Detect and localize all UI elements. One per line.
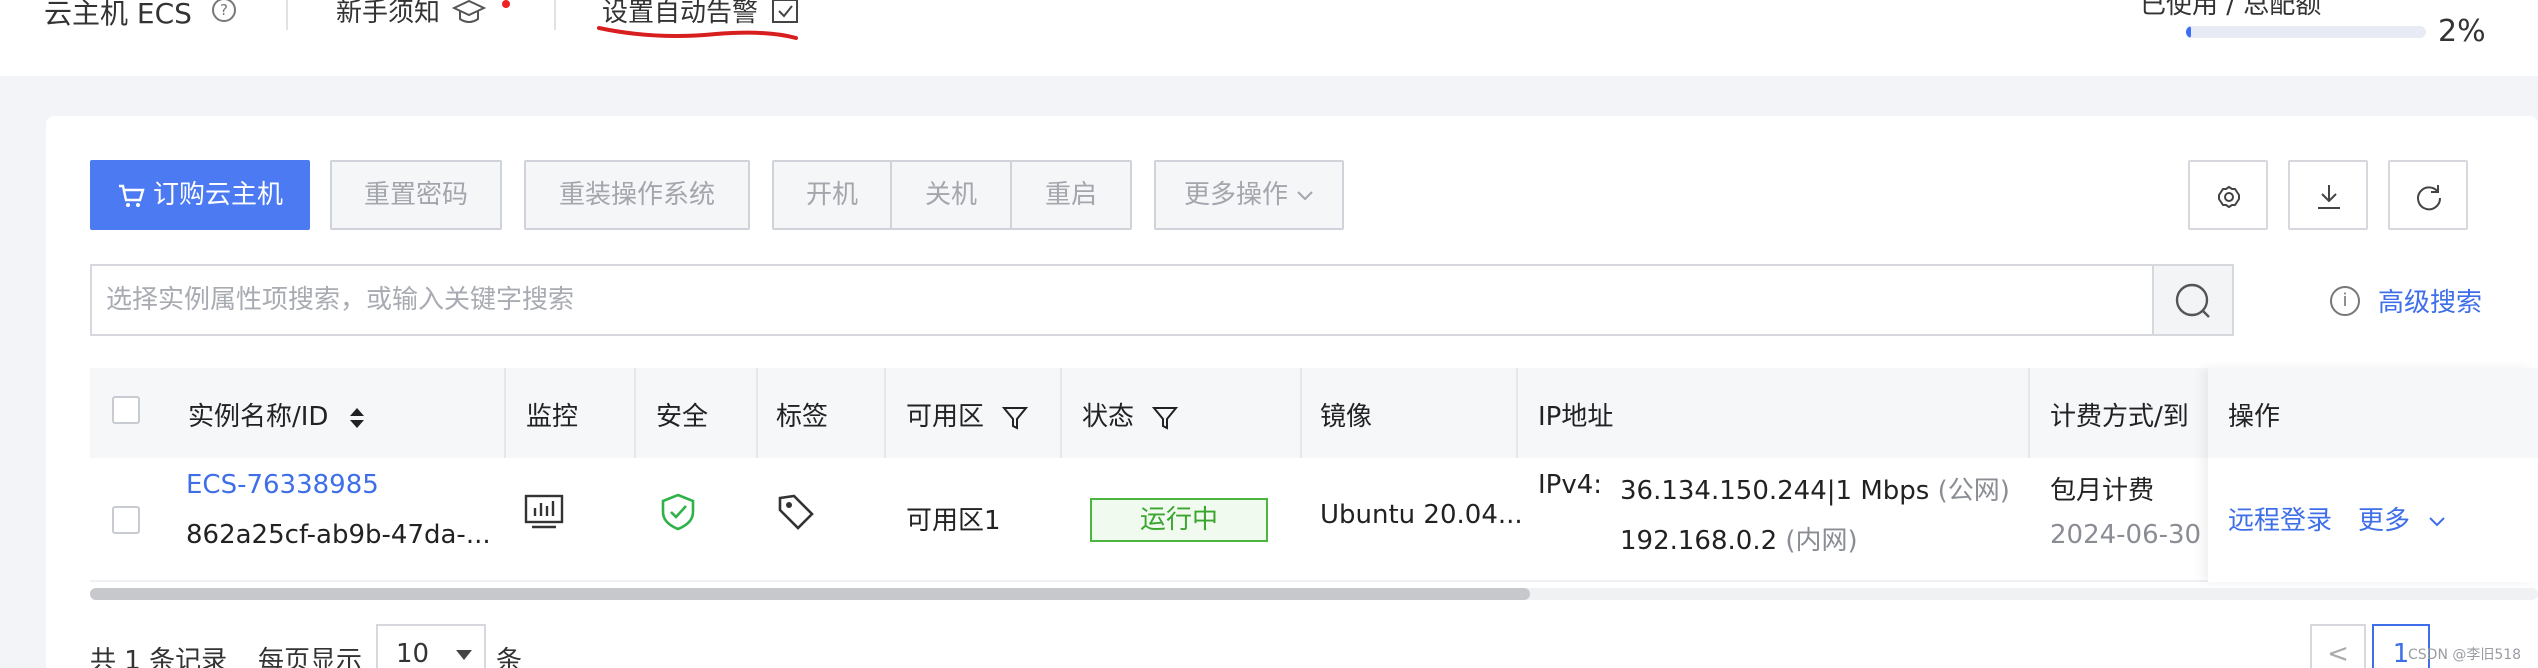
column-divider	[2028, 368, 2030, 458]
col-tags: 标签	[776, 402, 829, 432]
reinstall-os-button[interactable]: 重装操作系统	[524, 160, 750, 230]
quota-label: 已使用 / 总配额	[2140, 0, 2322, 20]
header-divider	[554, 0, 556, 30]
col-zone[interactable]: 可用区	[906, 396, 1029, 433]
column-divider	[1300, 368, 1302, 458]
page-size-value: 10	[396, 639, 430, 668]
chevron-down-icon	[1297, 190, 1313, 200]
page-header: 云主机 ECS ? 新手须知 设置自动告警 已使用 / 总配额 2%	[0, 0, 2538, 76]
quota-progress-fill	[2186, 26, 2191, 38]
col-image: 镜像	[1320, 402, 1373, 432]
buy-instance-label: 订购云主机	[152, 180, 283, 210]
notification-dot	[502, 0, 510, 8]
caret-down-icon	[456, 650, 472, 660]
shield-check-icon[interactable]	[658, 492, 698, 532]
instance-id: 862a25cf-ab9b-47da-...	[186, 520, 491, 550]
page-title: 云主机 ECS	[44, 0, 192, 30]
scrollbar-thumb[interactable]	[90, 588, 1530, 600]
row-checkbox[interactable]	[112, 506, 140, 534]
table-row: ECS-76338985 862a25cf-ab9b-47da-... 可用区1…	[90, 458, 2538, 582]
gear-icon	[2218, 185, 2240, 209]
more-actions-label: 更多操作	[1183, 180, 1288, 210]
operation-column: 操作 远程登录 更多	[2208, 368, 2538, 582]
reset-password-button[interactable]: 重置密码	[330, 160, 502, 230]
search-input[interactable]	[106, 280, 2106, 320]
download-button[interactable]	[2288, 160, 2368, 230]
watermark: CSDN @李旧518	[2408, 647, 2522, 663]
buy-instance-button[interactable]: 订购云主机	[90, 160, 310, 230]
stop-button[interactable]: 关机	[890, 160, 1012, 230]
search-bar	[90, 264, 2234, 336]
remote-login-link[interactable]: 远程登录	[2228, 500, 2332, 537]
filter-icon	[1152, 406, 1179, 430]
column-divider	[884, 368, 886, 458]
column-divider	[634, 368, 636, 458]
col-security: 安全	[656, 402, 709, 432]
image-value: Ubuntu 20.04...	[1320, 500, 1523, 530]
filter-icon	[1002, 406, 1029, 430]
help-icon[interactable]: ?	[212, 0, 236, 22]
total-records: 共 1 条记录	[90, 646, 228, 668]
prev-page-button[interactable]: <	[2310, 624, 2366, 668]
col-operation: 操作	[2228, 402, 2281, 432]
refresh-button[interactable]	[2388, 160, 2468, 230]
zone-value: 可用区1	[906, 506, 1001, 536]
info-icon: i	[2330, 286, 2360, 316]
refresh-icon	[2417, 185, 2442, 211]
instance-name-link[interactable]: ECS-76338985	[186, 470, 379, 500]
graduation-cap-icon	[452, 0, 486, 23]
monitor-icon[interactable]	[524, 494, 564, 530]
billing-type: 包月计费	[2050, 476, 2155, 506]
column-divider	[1060, 368, 1062, 458]
cart-icon	[118, 184, 145, 207]
restart-button[interactable]: 重启	[1010, 160, 1132, 230]
table-header: 实例名称/ID 监控 安全 标签 可用区 状态 镜像 IP地址 计费方式/到	[90, 368, 2538, 458]
page-size-select[interactable]: 10	[376, 624, 486, 668]
expiry-date: 2024-06-30	[2050, 520, 2202, 550]
column-divider	[1516, 368, 1518, 458]
chevron-down-icon	[2429, 516, 2445, 526]
sort-icon	[349, 407, 364, 428]
col-status[interactable]: 状态	[1082, 396, 1179, 433]
quota-progress-bar	[2186, 26, 2426, 38]
search-icon	[2175, 283, 2210, 318]
column-divider	[756, 368, 758, 458]
more-actions-link[interactable]: 更多	[2358, 500, 2446, 537]
red-annotation-underline	[597, 26, 798, 40]
download-icon	[2318, 185, 2340, 209]
public-ip: 36.134.150.244|1 Mbps (公网)	[1620, 476, 2010, 506]
settings-button[interactable]	[2188, 160, 2268, 230]
beginner-guide-link[interactable]: 新手须知	[336, 0, 440, 29]
more-actions-button[interactable]: 更多操作	[1154, 160, 1344, 230]
operation-header: 操作	[2208, 368, 2538, 458]
col-monitor: 监控	[526, 402, 579, 432]
tag-icon[interactable]	[776, 492, 816, 532]
select-all-checkbox[interactable]	[112, 396, 140, 424]
ipv4-label: IPv4:	[1538, 470, 1603, 500]
header-divider	[286, 0, 288, 30]
advanced-search-link[interactable]: 高级搜索	[2378, 282, 2482, 319]
col-name[interactable]: 实例名称/ID	[188, 396, 367, 433]
search-button[interactable]	[2152, 266, 2232, 334]
col-ip: IP地址	[1538, 402, 1614, 432]
horizontal-scrollbar[interactable]	[90, 588, 2538, 600]
start-button[interactable]: 开机	[772, 160, 892, 230]
page-size-unit: 条	[496, 646, 523, 668]
private-ip: 192.168.0.2 (内网)	[1620, 526, 1858, 556]
col-billing: 计费方式/到	[2050, 402, 2189, 432]
per-page-label: 每页显示	[258, 646, 363, 668]
status-badge: 运行中	[1090, 498, 1268, 542]
column-divider	[504, 368, 506, 458]
quota-percent: 2%	[2438, 14, 2486, 49]
